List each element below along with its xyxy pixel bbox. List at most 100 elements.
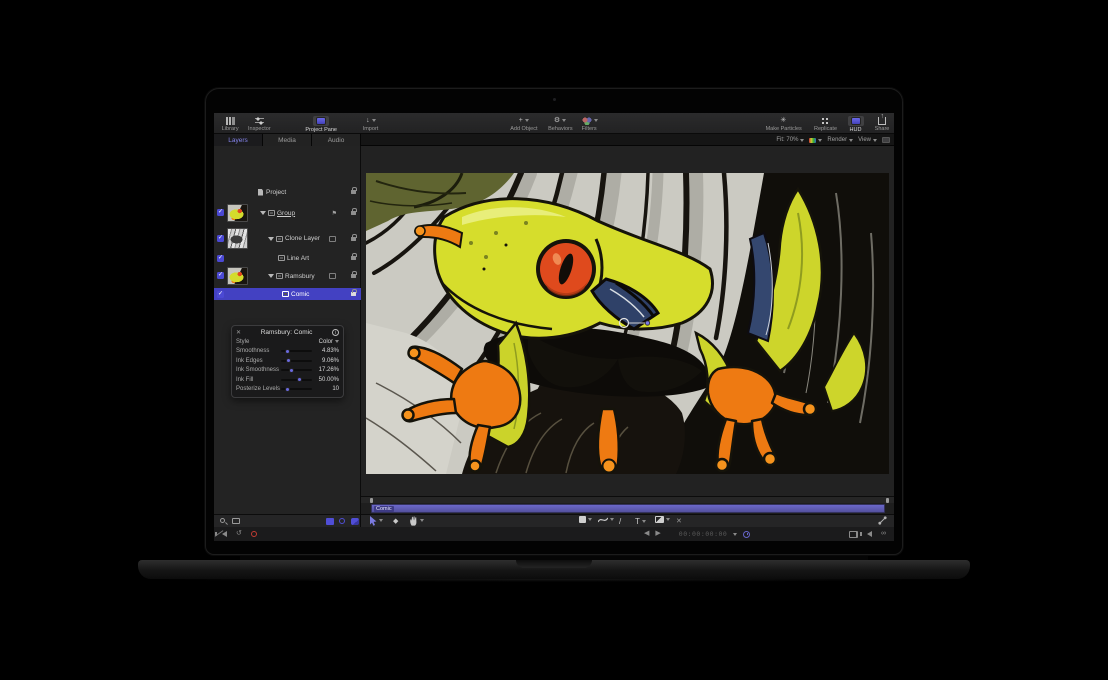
hud-param-value: 4.83% (315, 348, 339, 354)
layer-row-comic-selected[interactable]: ✓ Comic (214, 288, 361, 300)
share-label: Share (875, 126, 890, 132)
tab-media[interactable]: Media (263, 134, 312, 146)
ink-smoothness-slider[interactable] (281, 369, 312, 371)
hud-button[interactable]: HUD (848, 113, 864, 133)
project-pane-button[interactable]: Project Pane (304, 113, 338, 133)
layer-row-ramsbury[interactable]: ✓ Ramsbury (214, 265, 361, 287)
share-button[interactable]: ↑ Share (874, 113, 890, 132)
show-layers-icon[interactable] (326, 518, 334, 525)
layer-row-group[interactable]: ✓ Group ⚑ (214, 202, 361, 224)
view-menu[interactable]: View (858, 137, 877, 143)
slider-handle[interactable] (285, 387, 290, 392)
checkbox-checked[interactable]: ✓ (217, 291, 224, 298)
add-object-button[interactable]: + Add Object (509, 113, 539, 132)
disclosure-triangle[interactable] (268, 237, 274, 241)
adjust-item-tool[interactable]: ◆ (393, 516, 398, 527)
chevron-down-icon (642, 520, 646, 523)
make-particles-button[interactable]: ✳ Make Particles (764, 113, 803, 132)
lock-icon[interactable] (351, 274, 356, 278)
cursor-arrow-icon (369, 516, 377, 526)
play-range-end-marker[interactable] (886, 498, 889, 503)
mini-timeline-scrubber[interactable] (361, 496, 894, 503)
render-menu[interactable]: Render (827, 137, 853, 143)
ink-edges-slider[interactable] (281, 360, 312, 362)
go-to-start-button[interactable]: ◀ (644, 529, 649, 539)
canvas-viewport[interactable] (361, 146, 894, 496)
media-badge-icon (329, 273, 336, 279)
posterize-levels-slider[interactable] (281, 388, 312, 390)
chevron-down-icon[interactable] (733, 533, 737, 536)
timing-clock-icon[interactable] (743, 531, 750, 538)
play-button[interactable]: ▶ (655, 529, 660, 539)
show-masks-icon[interactable] (339, 518, 345, 524)
slider-handle[interactable] (286, 358, 291, 363)
lock-icon[interactable] (351, 292, 356, 296)
preview-icon[interactable] (232, 518, 240, 524)
search-icon[interactable] (220, 518, 225, 523)
image-mask-tool[interactable] (655, 516, 670, 523)
layout-grid-icon[interactable] (882, 137, 890, 143)
project-pane-label: Project Pane (305, 127, 337, 133)
checkbox-checked[interactable]: ✓ (217, 235, 224, 242)
import-button[interactable]: ↓ Import (362, 113, 379, 132)
zoom-fit-menu[interactable]: Fit: 70% (776, 137, 804, 143)
smoothness-slider[interactable] (281, 350, 312, 352)
transport-bar: ↺ ◀ ▶ 00:00:00:00 ∞ (214, 527, 894, 541)
audio-icon[interactable] (867, 531, 872, 537)
line-tool[interactable]: / (619, 516, 621, 527)
lock-icon[interactable] (351, 190, 356, 194)
channels-menu[interactable] (809, 138, 822, 143)
lower-toolbar: ◆ / T ✕ (214, 514, 894, 527)
timing-pane-icon[interactable] (849, 531, 858, 538)
lock-icon[interactable] (351, 237, 356, 241)
slider-handle[interactable] (289, 368, 294, 373)
share-icon: ↑ (878, 117, 886, 125)
select-transform-tool[interactable] (369, 516, 383, 526)
replicate-button[interactable]: Replicate (813, 113, 838, 132)
record-button[interactable] (251, 531, 257, 537)
chevron-down-icon (588, 518, 592, 521)
keyframe-tool[interactable] (878, 516, 887, 525)
lock-icon[interactable] (351, 256, 356, 260)
slider-handle[interactable] (285, 349, 290, 354)
timeline-clip-comic[interactable]: Comic (371, 504, 885, 513)
show-groups-icon[interactable] (351, 518, 359, 525)
checkbox-checked[interactable]: ✓ (217, 272, 224, 279)
layer-row-project[interactable]: Project (214, 184, 361, 200)
text-tool[interactable]: T (635, 516, 646, 527)
inspector-icon (255, 117, 264, 125)
ink-fill-slider[interactable] (281, 379, 312, 381)
import-label: Import (363, 126, 379, 132)
filters-button[interactable]: Filters (581, 113, 597, 132)
slider-handle[interactable] (297, 377, 302, 382)
canvas-image-area (366, 173, 889, 474)
play-range-start-marker[interactable] (370, 498, 373, 503)
bezier-tool[interactable] (598, 516, 614, 524)
tab-audio[interactable]: Audio (312, 134, 361, 146)
layer-row-line-art[interactable]: ✓ Line Art (214, 252, 361, 264)
style-popup[interactable]: Color (278, 339, 339, 345)
checkbox-checked[interactable]: ✓ (217, 255, 224, 262)
shape-tool[interactable] (579, 516, 592, 523)
mute-audio-icon[interactable] (222, 531, 227, 537)
library-button[interactable]: Library (221, 113, 239, 132)
behaviors-button[interactable]: ⚙ Behaviors (547, 113, 574, 132)
pan-tool[interactable] (409, 516, 424, 526)
anchor-point-handle[interactable] (618, 317, 654, 331)
flag-icon: ⚑ (332, 210, 337, 217)
hud-param-label: Style (236, 339, 278, 345)
checkbox-checked[interactable]: ✓ (217, 209, 224, 216)
tab-layers[interactable]: Layers (214, 134, 263, 146)
inspector-button[interactable]: Inspector (247, 113, 272, 132)
hud-param-label: Posterize Levels (236, 386, 278, 392)
import-icon: ↓ (366, 117, 370, 125)
loop-icon[interactable]: ∞ (881, 529, 886, 539)
loop-playback-icon[interactable]: ↺ (236, 529, 242, 539)
disclosure-triangle[interactable] (260, 211, 266, 215)
make-particles-label: Make Particles (765, 126, 801, 132)
cut-tool[interactable]: ✕ (676, 516, 682, 527)
lock-icon[interactable] (351, 211, 356, 215)
info-icon[interactable]: i (332, 329, 339, 336)
layer-row-clone-layer[interactable]: ✓ Clone Layer (214, 226, 361, 251)
disclosure-triangle[interactable] (268, 274, 274, 278)
